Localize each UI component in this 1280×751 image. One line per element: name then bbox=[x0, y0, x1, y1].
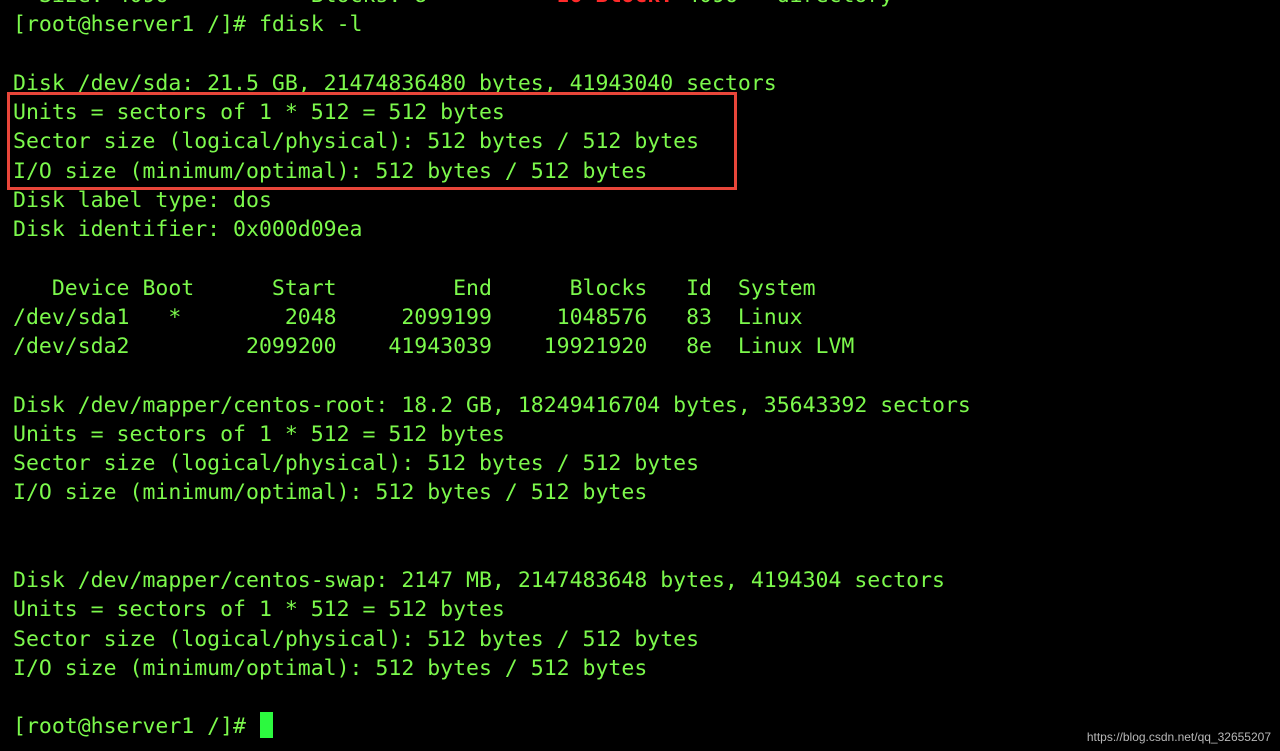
disk-sda-label-type: Disk label type: dos bbox=[13, 187, 272, 213]
disk-root-io-size: I/O size (minimum/optimal): 512 bytes / … bbox=[13, 480, 648, 506]
disk-sda-units: Units = sectors of 1 * 512 = 512 bytes bbox=[13, 100, 505, 125]
stat-io-block-label: IO Block: bbox=[557, 0, 674, 8]
disk-sda-header: Disk /dev/sda: 21.5 GB, 21474836480 byte… bbox=[13, 70, 777, 96]
shell-prompt: [root@hserver1 /]# bbox=[13, 714, 259, 740]
stat-size: Size: 4096 bbox=[13, 0, 168, 8]
disk-sda-io-size: I/O size (minimum/optimal): 512 bytes / … bbox=[13, 158, 648, 184]
disk-root-header: Disk /dev/mapper/centos-root: 18.2 GB, 1… bbox=[13, 392, 971, 418]
partition-table-header: Device Boot Start End Blocks Id System bbox=[13, 275, 816, 301]
stat-io-block-value: 4096 directory bbox=[673, 0, 893, 8]
disk-swap-io-size: I/O size (minimum/optimal): 512 bytes / … bbox=[13, 655, 648, 681]
disk-sda-sector-size: Sector size (logical/physical): 512 byte… bbox=[13, 129, 700, 155]
disk-sda-identifier: Disk identifier: 0x000d09ea bbox=[13, 217, 363, 242]
watermark: https://blog.csdn.net/qq_32655207 bbox=[1086, 730, 1271, 744]
partial-stat-line: Size: 4096 Blocks: 8 IO Block: 4096 dire… bbox=[13, 0, 1280, 10]
disk-swap-units: Units = sectors of 1 * 512 = 512 bytes bbox=[13, 597, 505, 623]
terminal-output[interactable]: Size: 4096 Blocks: 8 IO Block: 4096 dire… bbox=[13, 0, 1280, 742]
disk-root-units: Units = sectors of 1 * 512 = 512 bytes bbox=[13, 421, 505, 447]
stat-blocks: Blocks: 8 bbox=[311, 0, 428, 8]
disk-swap-sector-size: Sector size (logical/physical): 512 byte… bbox=[13, 626, 700, 652]
partition-row: /dev/sda2 2099200 41943039 19921920 8e L… bbox=[13, 334, 855, 359]
command-line: [root@hserver1 /]# fdisk -l bbox=[13, 12, 363, 38]
partition-row: /dev/sda1 * 2048 2099199 1048576 83 Linu… bbox=[13, 304, 803, 330]
text-cursor bbox=[259, 712, 273, 739]
disk-swap-header: Disk /dev/mapper/centos-swap: 2147 MB, 2… bbox=[13, 568, 945, 593]
disk-root-sector-size: Sector size (logical/physical): 512 byte… bbox=[13, 451, 700, 476]
